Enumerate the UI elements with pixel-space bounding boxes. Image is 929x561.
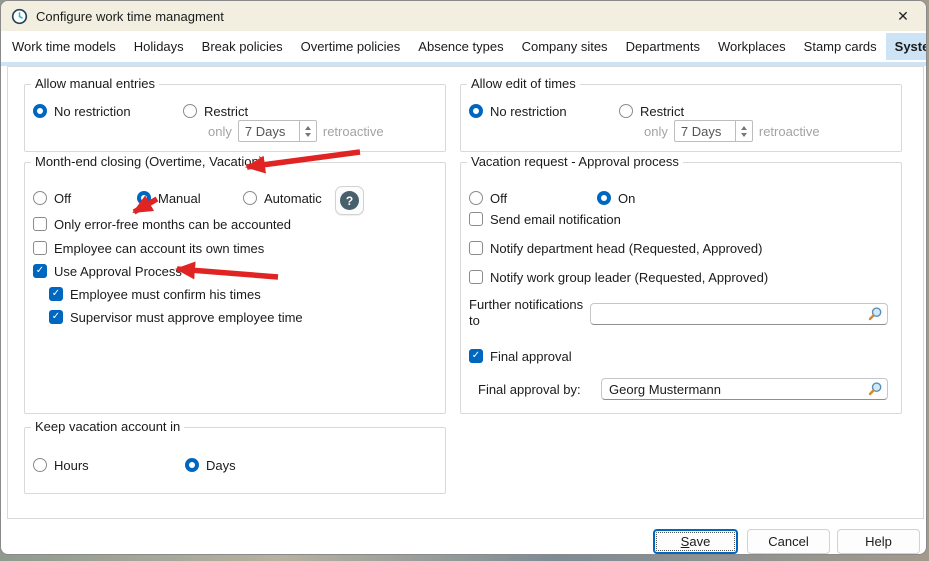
further-notifications-input-wrap [590,303,888,325]
stepper-up-icon[interactable] [741,126,747,130]
radio-selected-icon [597,191,611,205]
tab-break-policies[interactable]: Break policies [193,33,292,60]
search-icon[interactable] [867,381,883,397]
radio-selected-icon [33,104,47,118]
radio-unselected-icon [33,458,47,472]
checkbox-unchecked-icon [469,212,483,226]
further-notifications-label: Further notifications to [469,297,587,329]
tab-company-sites[interactable]: Company sites [513,33,617,60]
stepper-up-icon[interactable] [305,126,311,130]
dialog-window: Configure work time managment ✕ Work tim… [0,0,927,555]
final-approval-by-input[interactable] [602,379,867,399]
group-title: Allow manual entries [31,76,159,91]
search-icon[interactable] [867,306,883,322]
tab-stamp-cards[interactable]: Stamp cards [795,33,886,60]
checkbox-unchecked-icon [33,217,47,231]
radio-month-end-automatic[interactable]: Automatic [243,189,322,207]
group-title: Allow edit of times [467,76,580,91]
tab-system-configuration[interactable]: System Configuration [886,33,927,60]
tab-work-time-models[interactable]: Work time models [3,33,125,60]
checkbox-only-error-free-months[interactable]: Only error-free months can be accounted [33,215,291,233]
group-keep-vacation-account: Keep vacation account in Hours Days [24,427,446,494]
save-button[interactable]: Save [653,529,738,554]
stepper-down-icon[interactable] [305,133,311,137]
group-allow-edit-of-times: Allow edit of times No restriction Restr… [460,84,902,152]
system-configuration-panel: Allow manual entries No restriction Rest… [7,66,924,519]
checkbox-supervisor-must-approve[interactable]: ✓ Supervisor must approve employee time [49,308,303,326]
tab-holidays[interactable]: Holidays [125,33,193,60]
tab-absence-types[interactable]: Absence types [409,33,512,60]
radio-selected-icon [137,191,151,205]
checkbox-checked-icon: ✓ [49,287,63,301]
radio-unselected-icon [619,104,633,118]
radio-unselected-icon [469,191,483,205]
checkbox-checked-icon: ✓ [33,264,47,278]
checkbox-unchecked-icon [33,241,47,255]
clock-icon [11,8,28,25]
radio-manual-no-restriction[interactable]: No restriction [33,102,131,120]
cancel-button[interactable]: Cancel [747,529,830,554]
radio-edit-restrict[interactable]: Restrict [619,102,684,120]
checkbox-notify-work-group-leader[interactable]: Notify work group leader (Requested, App… [469,268,768,286]
radio-unselected-icon [183,104,197,118]
group-allow-manual-entries: Allow manual entries No restriction Rest… [24,84,446,152]
radio-vacation-days[interactable]: Days [185,456,236,474]
radio-manual-restrict[interactable]: Restrict [183,102,248,120]
further-notifications-input[interactable] [591,304,867,324]
checkbox-unchecked-icon [469,270,483,284]
stepper-down-icon[interactable] [741,133,747,137]
group-title: Keep vacation account in [31,419,184,434]
help-bottom-button[interactable]: Help [837,529,920,554]
titlebar: Configure work time managment ✕ [1,1,926,31]
final-approval-by-input-wrap [601,378,888,400]
group-title: Vacation request - Approval process [467,154,683,169]
radio-unselected-icon [243,191,257,205]
edit-retroactive-row: only 7 Days retroactive [644,122,820,140]
tab-departments[interactable]: Departments [617,33,709,60]
tab-workplaces[interactable]: Workplaces [709,33,795,60]
radio-vacation-hours[interactable]: Hours [33,456,89,474]
group-vacation-request-approval: Vacation request - Approval process Off … [460,162,902,414]
radio-month-end-manual[interactable]: Manual [137,189,201,207]
checkbox-checked-icon: ✓ [49,310,63,324]
close-icon[interactable]: ✕ [890,5,916,27]
help-button[interactable]: ? [335,186,364,215]
checkbox-final-approval[interactable]: ✓ Final approval [469,347,572,365]
manual-days-stepper[interactable] [300,120,317,142]
window-title: Configure work time managment [36,9,224,24]
radio-vacation-off[interactable]: Off [469,189,507,207]
radio-month-end-off[interactable]: Off [33,189,71,207]
checkbox-employee-account-own-times[interactable]: Employee can account its own times [33,239,264,257]
checkbox-use-approval-process[interactable]: ✓ Use Approval Process [33,262,182,280]
checkbox-send-email-notification[interactable]: Send email notification [469,210,621,228]
radio-selected-icon [185,458,199,472]
tab-bar: Work time models Holidays Break policies… [1,31,926,62]
checkbox-checked-icon: ✓ [469,349,483,363]
manual-retroactive-row: only 7 Days retroactive [208,122,384,140]
checkbox-employee-must-confirm[interactable]: ✓ Employee must confirm his times [49,285,261,303]
radio-edit-no-restriction[interactable]: No restriction [469,102,567,120]
edit-days-stepper[interactable] [736,120,753,142]
group-title: Month-end closing (Overtime, Vacation) [31,154,267,169]
radio-vacation-on[interactable]: On [597,189,635,207]
question-icon: ? [340,191,359,210]
edit-days-field[interactable]: 7 Days [674,120,736,142]
final-approval-by-label: Final approval by: [478,380,581,398]
radio-unselected-icon [33,191,47,205]
checkbox-notify-department-head[interactable]: Notify department head (Requested, Appro… [469,239,762,257]
tab-overtime-policies[interactable]: Overtime policies [292,33,410,60]
group-month-end-closing: Month-end closing (Overtime, Vacation) O… [24,162,446,414]
manual-days-field[interactable]: 7 Days [238,120,300,142]
checkbox-unchecked-icon [469,241,483,255]
radio-selected-icon [469,104,483,118]
